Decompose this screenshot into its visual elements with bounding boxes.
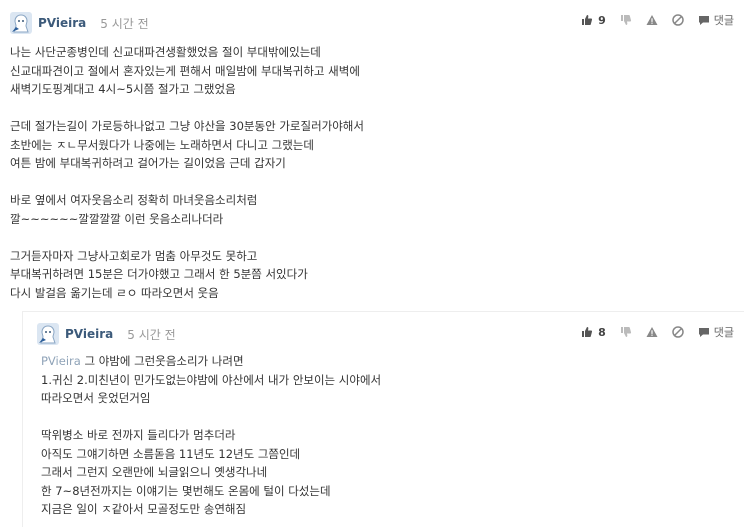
avatar[interactable] bbox=[10, 12, 32, 34]
comment-line: PVieira 그 야밤에 그런웃음소리가 나려면 bbox=[41, 352, 381, 371]
reply-button[interactable]: 댓글 bbox=[698, 10, 734, 30]
comment-line: 한 7~8년전까지는 이얘기는 몇번해도 온몸에 털이 다섰는데 bbox=[41, 483, 331, 498]
comment-line: 새벽기도핑계대고 4시~5시쯤 절가고 그랬었음 bbox=[10, 82, 236, 96]
comment-line: 부대복귀하려면 15분은 더가야했고 그래서 한 5분쯤 서있다가 bbox=[10, 267, 308, 281]
comment-time: 5 시간 전 bbox=[100, 16, 149, 31]
thumbs-down-icon bbox=[620, 326, 632, 338]
comment-line: 지금은 일이 ㅈ같아서 모골정도만 송연해짐 bbox=[41, 502, 247, 516]
reply-label: 댓글 bbox=[713, 326, 734, 339]
thumbs-down-icon bbox=[620, 14, 632, 26]
reply-icon bbox=[698, 326, 710, 338]
report-button[interactable] bbox=[646, 10, 658, 30]
comment-line: 깔~~~~~~깔깔깔깔 이런 웃음소리나더라 bbox=[10, 211, 224, 226]
reply-button[interactable]: 댓글 bbox=[698, 322, 734, 342]
warning-icon bbox=[646, 326, 658, 338]
comment-line: 아직도 그얘기하면 소름돋음 11년도 12년도 그쯤인데 bbox=[41, 446, 301, 461]
comment-header: PVieira 5 시간 전 bbox=[10, 10, 149, 36]
warning-icon bbox=[646, 14, 658, 26]
comment-line: 나는 사단군종병인데 신교대파견생활했었음 절이 부대밖에있는데 bbox=[10, 45, 321, 59]
thumbs-up-icon bbox=[581, 14, 593, 26]
comment: PVieira 5 시간 전 9 댓글 나는 사단군종병인데 신교대파견생활했었… bbox=[0, 0, 744, 311]
comment-actions: 8 댓글 bbox=[567, 322, 734, 342]
block-button[interactable] bbox=[672, 10, 684, 30]
comment-line: 여튼 밤에 부대복귀하려고 걸어가는 길이었음 근데 갑자기 bbox=[10, 156, 286, 170]
comment-body: 나는 사단군종병인데 신교대파견생활했었음 절이 부대밖에있는데 신교대파견이고… bbox=[10, 43, 364, 302]
block-button[interactable] bbox=[672, 322, 684, 342]
reply-comment: PVieira 5 시간 전 8 댓글 PVieira 그 야밤에 그런웃음소리… bbox=[22, 311, 744, 527]
report-button[interactable] bbox=[646, 322, 658, 342]
comment-text: 그 야밤에 그런웃음소리가 나려면 bbox=[80, 354, 244, 368]
block-icon bbox=[672, 14, 684, 26]
comment-line: 따라오면서 웃었던거임 bbox=[41, 391, 151, 405]
thumbs-up-icon bbox=[581, 326, 593, 338]
reply-label: 댓글 bbox=[713, 14, 734, 27]
dislike-button[interactable] bbox=[620, 10, 632, 30]
comment-actions: 9 댓글 bbox=[567, 10, 734, 30]
comment-line: 그래서 그런지 오랜만에 뇌글읽으니 옛생각나네 bbox=[41, 465, 268, 479]
comment-line: 신교대파견이고 절에서 혼자있는게 편해서 매일밤에 부대복귀하고 새벽에 bbox=[10, 63, 360, 78]
comment-line: 바로 옆에서 여자웃음소리 정확히 마녀웃음소리처럼 bbox=[10, 193, 258, 207]
like-count: 9 bbox=[598, 13, 606, 27]
comment-line: 딱위병소 바로 전까지 들리다가 멈추더라 bbox=[41, 428, 236, 442]
comment-body: PVieira 그 야밤에 그런웃음소리가 나려면 1.귀신 2.미친년이 민가… bbox=[41, 352, 381, 519]
author-name[interactable]: PVieira bbox=[38, 16, 86, 30]
like-button[interactable]: 8 bbox=[581, 322, 606, 342]
comment-line: 그거듣자마자 그냥사고회로가 멈춤 아무것도 못하고 bbox=[10, 248, 258, 263]
mention-link[interactable]: PVieira bbox=[41, 354, 81, 368]
comment-line: 근데 절가는길이 가로등하나없고 그냥 야산을 30분동안 가로질러가야해서 bbox=[10, 119, 364, 133]
comment-line: 1.귀신 2.미친년이 민가도없는야밤에 야산에서 내가 안보이는 시야에서 bbox=[41, 372, 382, 387]
like-count: 8 bbox=[598, 325, 606, 339]
comment-line: 다시 발걸음 옮기는데 ㄹㅇ 따라오면서 웃음 bbox=[10, 285, 219, 300]
avatar[interactable] bbox=[37, 323, 59, 345]
author-name[interactable]: PVieira bbox=[65, 327, 113, 341]
block-icon bbox=[672, 326, 684, 338]
reply-icon bbox=[698, 14, 710, 26]
comment-line: 초반에는 ㅈㄴ무서웠다가 나중에는 노래하면서 다니고 그랬는데 bbox=[10, 137, 314, 152]
dislike-button[interactable] bbox=[620, 322, 632, 342]
comment-time: 5 시간 전 bbox=[127, 327, 176, 342]
like-button[interactable]: 9 bbox=[581, 10, 606, 30]
comment-header: PVieira 5 시간 전 bbox=[37, 321, 176, 347]
